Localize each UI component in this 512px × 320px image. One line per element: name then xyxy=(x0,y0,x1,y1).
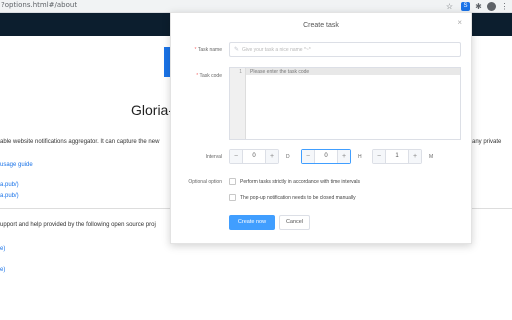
task-name-input[interactable]: ✎ Give your task a nice name *~* xyxy=(229,42,461,57)
page-link[interactable]: a.pub/) xyxy=(0,193,19,199)
usage-guide-link[interactable]: usage guide xyxy=(0,162,33,168)
star-icon[interactable]: ☆ xyxy=(445,2,454,11)
interval-label: Interval xyxy=(205,154,222,160)
minutes-unit: M xyxy=(429,154,434,160)
page-link[interactable]: e) xyxy=(0,246,5,252)
increment-button[interactable]: + xyxy=(337,150,350,163)
page-description: able website notifications aggregator. I… xyxy=(0,139,160,145)
days-unit: D xyxy=(286,154,290,160)
hours-unit: H xyxy=(358,154,362,160)
decrement-button[interactable]: − xyxy=(302,150,315,163)
page-description-tail: any private xyxy=(472,139,502,145)
page-title: Gloria- xyxy=(131,102,174,118)
hours-value[interactable]: 0 xyxy=(315,153,337,159)
create-now-button[interactable]: Create now xyxy=(229,215,275,230)
divider xyxy=(471,208,512,209)
manual-close-label[interactable]: The pop-up notification needs to be clos… xyxy=(240,195,356,201)
task-code-label: * Task code xyxy=(196,73,222,79)
days-stepper[interactable]: − 0 + xyxy=(229,149,279,164)
cancel-button[interactable]: Cancel xyxy=(279,215,310,230)
extension-icon[interactable]: S xyxy=(461,2,470,11)
hours-stepper[interactable]: − 0 + xyxy=(301,149,351,164)
puzzle-icon[interactable]: ✱ xyxy=(474,2,483,11)
edit-icon: ✎ xyxy=(234,47,240,53)
increment-button[interactable]: + xyxy=(265,150,278,163)
task-name-placeholder: Give your task a nice name *~* xyxy=(242,47,311,53)
required-mark: * xyxy=(194,47,197,53)
minutes-stepper[interactable]: − 1 + xyxy=(372,149,422,164)
create-task-dialog: Create task × * Task name ✎ Give your ta… xyxy=(170,12,472,244)
more-menu-icon[interactable]: ⋮ xyxy=(500,2,509,11)
task-name-label-text: Task name xyxy=(197,47,222,53)
task-code-label-text: Task code xyxy=(199,73,222,79)
dialog-title: Create task xyxy=(303,22,339,29)
decrement-button[interactable]: − xyxy=(373,150,386,163)
task-code-editor[interactable]: 1 Please enter the task code xyxy=(229,67,461,140)
code-gutter: 1 xyxy=(230,68,246,139)
minutes-value[interactable]: 1 xyxy=(386,153,408,159)
task-code-placeholder: Please enter the task code xyxy=(250,69,310,75)
strict-interval-checkbox[interactable] xyxy=(229,178,236,185)
decrement-button[interactable]: − xyxy=(230,150,243,163)
days-value[interactable]: 0 xyxy=(243,153,265,159)
required-mark: * xyxy=(196,73,199,79)
avatar[interactable] xyxy=(487,2,496,11)
increment-button[interactable]: + xyxy=(408,150,421,163)
page-link[interactable]: a.pub/) xyxy=(0,182,19,188)
line-number: 1 xyxy=(239,69,242,75)
manual-close-checkbox[interactable] xyxy=(229,194,236,201)
close-icon[interactable]: × xyxy=(457,19,462,27)
address-bar-url[interactable]: ?options.html#/about xyxy=(1,1,77,9)
strict-interval-label[interactable]: Perform tasks strictly in accordance wit… xyxy=(240,179,360,185)
support-text: upport and help provided by the followin… xyxy=(0,222,156,228)
page-link[interactable]: e) xyxy=(0,267,5,273)
optional-option-label: Optional option xyxy=(188,179,222,185)
divider xyxy=(0,208,170,209)
task-name-label: * Task name xyxy=(195,47,222,53)
